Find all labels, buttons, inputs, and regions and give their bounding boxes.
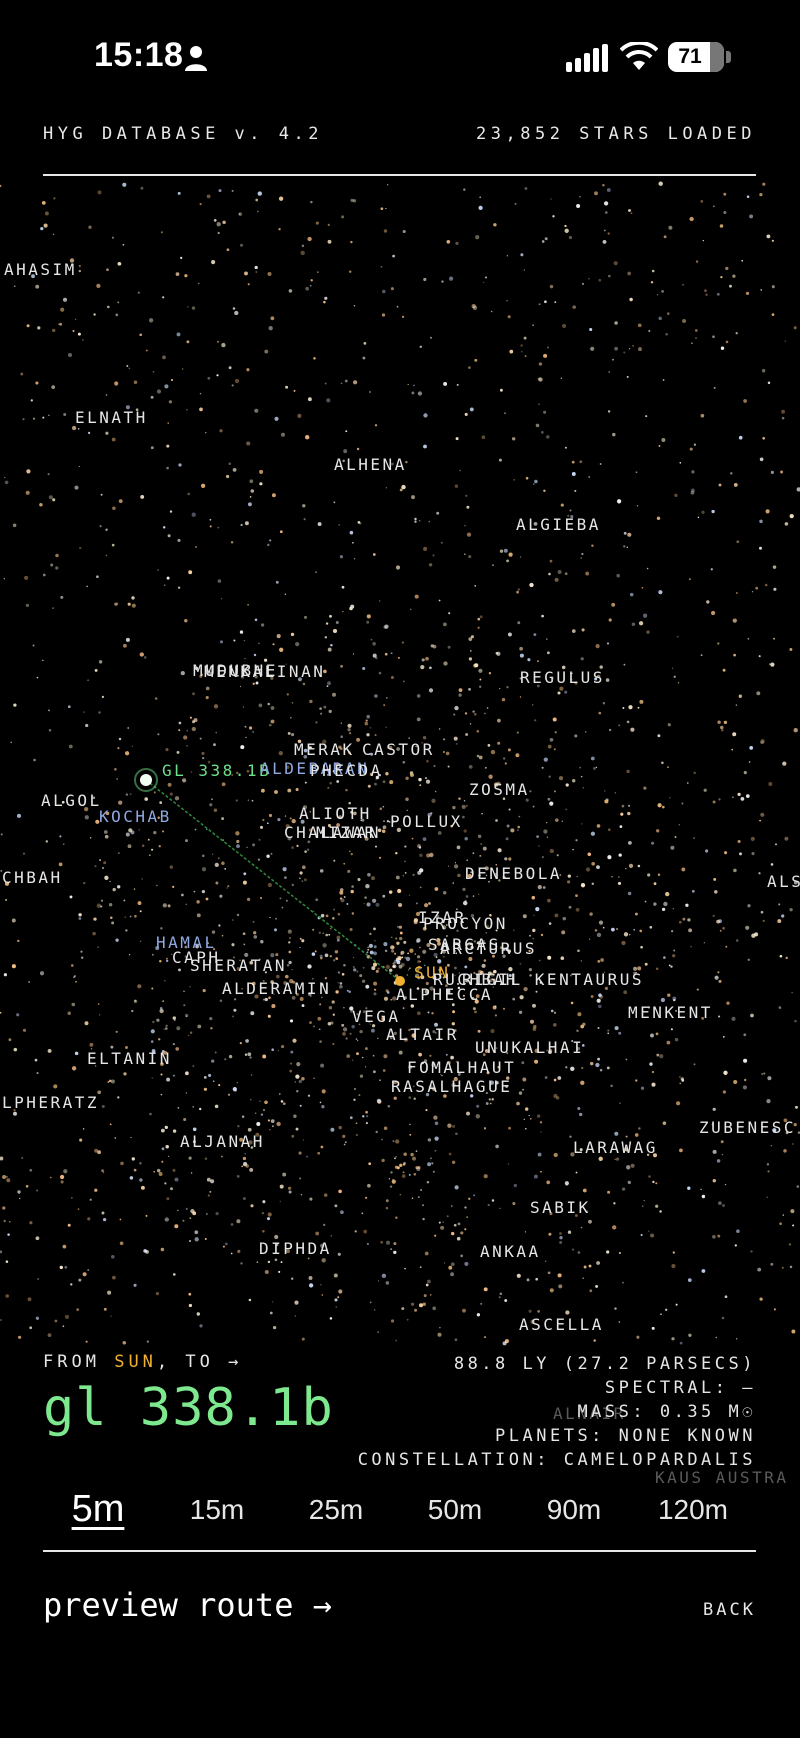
star-label[interactable]: AHASIM (4, 260, 77, 279)
star-label[interactable]: ALS (767, 872, 800, 891)
star-label[interactable]: ARCTURUS (440, 939, 537, 958)
from-to-line: FROM SUN, TO → (43, 1352, 242, 1372)
target-details: 88.8 LY (27.2 PARSECS) SPECTRAL: – MASS:… (358, 1352, 756, 1472)
star-label[interactable]: ALTAIR (386, 1025, 459, 1044)
battery-percent: 71 (678, 45, 702, 68)
wifi-icon (620, 42, 658, 70)
constellation: CONSTELLATION: CAMELOPARDALIS (357, 1450, 756, 1470)
star-label[interactable]: ALPHECCA (396, 985, 493, 1004)
person-icon (185, 46, 207, 71)
star-label[interactable]: PROCYON (423, 914, 508, 933)
tabs-divider (43, 1550, 756, 1552)
tab-25m[interactable]: 25m (281, 1494, 391, 1526)
stars-loaded-count: 23,852 STARS LOADED (476, 124, 756, 144)
star-label[interactable]: VEGA (352, 1007, 401, 1026)
star-label[interactable]: ALGIEBA (516, 515, 601, 534)
distance: 88.8 LY (27.2 PARSECS) (453, 1354, 756, 1374)
tab-120m[interactable]: 120m (638, 1494, 748, 1526)
star-label[interactable]: ALHENA (334, 455, 407, 474)
star-label[interactable]: ALJANAH (180, 1132, 265, 1151)
star-label[interactable]: LPHERATZ (2, 1093, 99, 1112)
tab-15m[interactable]: 15m (162, 1494, 272, 1526)
star-label[interactable]: ALIOTH (299, 804, 372, 823)
target-star-dot[interactable] (140, 774, 152, 786)
star-label[interactable]: CASTOR (362, 740, 435, 759)
star-label[interactable]: ZOSMA (469, 780, 530, 799)
time-tabs: 5m 15m 25m 50m 90m 120m (43, 1488, 756, 1540)
origin-name: SUN (114, 1352, 157, 1372)
star-label[interactable]: ANKAA (480, 1242, 541, 1261)
star-label[interactable]: ALDERAMIN (222, 979, 331, 998)
star-label[interactable]: LARAWAG (573, 1138, 658, 1157)
planets: PLANETS: NONE KNOWN (495, 1426, 756, 1446)
star-field-dots (0, 181, 800, 1346)
star-label[interactable]: KOCHAB (99, 807, 172, 826)
star-label[interactable]: FOMALHAUT (407, 1058, 516, 1077)
tab-50m[interactable]: 50m (400, 1494, 510, 1526)
target-star-name: gl 338.1b (43, 1378, 334, 1438)
star-label[interactable]: SABIK (530, 1198, 591, 1217)
star-label[interactable]: MERAK (294, 740, 355, 759)
to-label: , TO → (156, 1352, 243, 1372)
cellular-signal-icon (566, 44, 608, 72)
spectral-type: SPECTRAL: – (604, 1378, 756, 1398)
tab-5m[interactable]: 5m (43, 1488, 153, 1531)
tab-90m[interactable]: 90m (519, 1494, 629, 1526)
battery-indicator: 71 (668, 42, 724, 72)
preview-route-button[interactable]: preview route → (43, 1586, 332, 1624)
star-label[interactable]: RASALHAGUE (391, 1077, 512, 1096)
star-label[interactable]: DIPHDA (259, 1239, 332, 1258)
star-label[interactable]: MIZAR (316, 823, 377, 842)
star-label[interactable]: SHERATAN (190, 956, 287, 975)
from-label: FROM (43, 1352, 100, 1372)
status-bar: 15:18 71 (0, 0, 800, 110)
battery-tip (726, 51, 731, 63)
star-label[interactable]: MENKALINAN (204, 662, 325, 681)
back-button[interactable]: BACK (703, 1600, 756, 1620)
star-label[interactable]: ELTANIN (87, 1049, 172, 1068)
star-label[interactable]: POLLUX (390, 812, 463, 831)
star-label[interactable]: MENKENT (628, 1003, 713, 1022)
star-label[interactable]: UNUKALHAI (475, 1038, 584, 1057)
star-label[interactable]: ALGOL (41, 791, 102, 810)
star-label[interactable]: DENEBOLA (465, 864, 562, 883)
star-label[interactable]: GL 338.1B (162, 761, 271, 780)
star-label[interactable]: ELNATH (75, 408, 148, 427)
status-time: 15:18 (94, 36, 184, 74)
mass: MASS: 0.35 M☉ (577, 1402, 756, 1422)
star-label[interactable]: ZUBENESC (699, 1118, 796, 1137)
star-label[interactable]: ASCELLA (519, 1315, 604, 1334)
star-label[interactable]: REGULUS (520, 668, 605, 687)
star-label[interactable]: CHBAH (2, 868, 63, 887)
database-version: HYG DATABASE v. 4.2 (43, 124, 323, 144)
star-label[interactable]: PHECDA (310, 761, 383, 780)
header-divider (43, 174, 756, 176)
